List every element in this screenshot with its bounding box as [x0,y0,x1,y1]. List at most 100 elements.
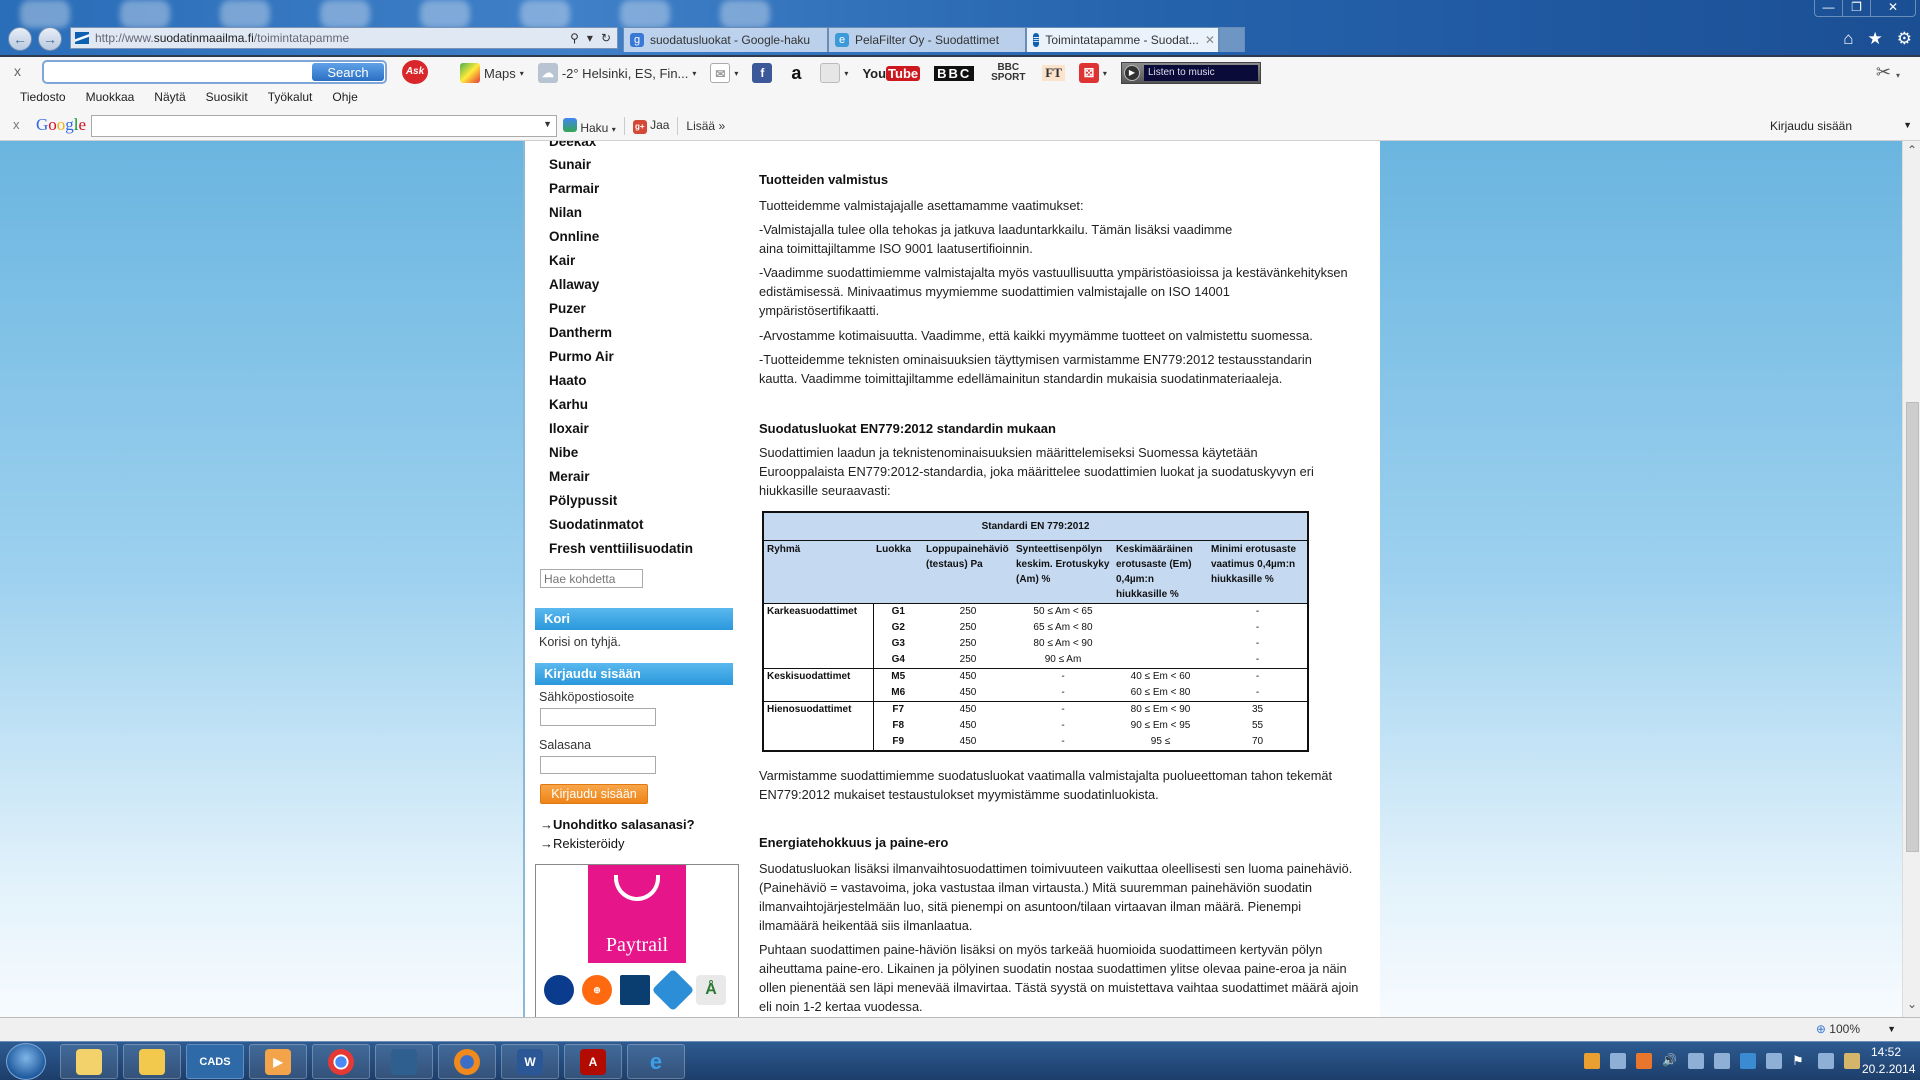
news-button[interactable]: ▾ [820,63,848,83]
sidebar-item[interactable]: Fresh venttiilisuodatin [549,541,693,556]
sidebar-item[interactable]: Onnline [549,229,599,244]
music-player[interactable]: ▶ Listen to music [1120,62,1261,84]
clock[interactable]: 14:52 20.2.2014 [1862,1044,1915,1078]
amazon-icon[interactable]: a [786,63,806,83]
zoom-level[interactable]: ⊕ 100% [1816,1022,1860,1036]
gear-icon[interactable]: ⚙ [1897,29,1912,49]
scrollbar-thumb[interactable] [1906,402,1919,852]
sidebar-item-deekax[interactable]: Deekax [549,141,596,146]
play-icon[interactable]: ▶ [1123,65,1140,81]
tab-pelafilter[interactable]: e PelaFilter Oy - Suodattimet [828,27,1026,52]
weather-button[interactable]: ☁ -2° Helsinki, ES, Fin... ▾ [537,63,696,83]
taskbar-media-player[interactable]: ▶ [249,1044,307,1079]
taskbar-acrobat[interactable]: A [564,1044,622,1079]
ask-search-input[interactable] [48,62,313,82]
toolbar-options-icon[interactable]: ✂ ▾ [1876,62,1900,83]
s-pankki-icon[interactable] [651,968,695,1012]
ask-search-button[interactable]: Search [312,63,384,81]
tab-google-search[interactable]: g suodatusluokat - Google-haku [623,27,828,52]
sidebar-item[interactable]: Kair [549,253,575,268]
taskbar-word[interactable]: W [501,1044,559,1079]
address-bar[interactable]: http://www. suodatinmaailma.fi/toimintata… [70,27,618,49]
refresh-icon[interactable]: ↻ [601,31,611,45]
dropdown-icon[interactable]: ▾ [587,31,593,45]
haku-button[interactable]: Haku ▾ [563,117,616,135]
google-login-link[interactable]: Kirjaudu sisään [1770,119,1852,133]
tray-app-icon[interactable] [1584,1053,1600,1069]
sidebar-item[interactable]: Allaway [549,277,599,292]
taskbar-outlook[interactable] [123,1044,181,1079]
mail-button[interactable]: ✉ ▾ [710,63,738,83]
forward-button[interactable]: → [38,27,62,51]
volume-icon[interactable]: 🔊 [1662,1053,1678,1069]
password-field[interactable] [540,756,656,774]
lisaa-button[interactable]: Lisää » [686,119,725,133]
taskbar-firefox[interactable] [438,1044,496,1079]
alandsbanken-icon[interactable]: Å [696,975,726,1005]
sidebar-item[interactable]: Sunair [549,157,591,172]
start-button[interactable] [6,1043,46,1080]
tab-toimintatapamme[interactable]: ≡ Toimintatapamme - Suodat... ✕ [1026,27,1219,52]
bbc-button[interactable]: BBC [934,65,975,81]
network-icon[interactable] [1766,1053,1782,1069]
tray-network-icon[interactable] [1610,1053,1626,1069]
youtube-icon[interactable]: You Tube [862,65,921,81]
tray-notes-icon[interactable] [1844,1053,1860,1069]
sidebar-item[interactable]: Merair [549,469,590,484]
ft-button[interactable]: FT [1042,65,1065,81]
sidebar-item[interactable]: Pölypussit [549,493,617,508]
taskbar-file[interactable] [375,1044,433,1079]
chevron-down-icon[interactable]: ▼ [543,119,552,129]
login-button[interactable]: Kirjaudu sisään [540,784,648,804]
ask-logo-icon[interactable]: Ask [402,60,428,84]
bbc-sport-button[interactable]: BBC SPORT [988,63,1028,83]
back-button[interactable]: ← [8,27,32,51]
sidebar-item[interactable]: Nilan [549,205,582,220]
sidebar-item[interactable]: Purmo Air [549,349,614,364]
menu-tiedosto[interactable]: Tiedosto [20,87,66,109]
tray-java-icon[interactable] [1636,1053,1652,1069]
scroll-up-icon[interactable]: ⌃ [1903,143,1920,161]
danske-bank-icon[interactable] [620,975,650,1005]
menu-suosikit[interactable]: Suosikit [206,87,248,109]
email-field[interactable] [540,708,656,726]
sidebar-item[interactable]: Suodatinmatot [549,517,644,532]
chevron-down-icon[interactable]: ▼ [1887,1024,1896,1034]
menu-nayta[interactable]: Näytä [154,87,185,109]
paytrail-logo[interactable]: Paytrail [588,865,686,963]
sidebar-item[interactable]: Parmair [549,181,599,196]
scroll-down-icon[interactable]: ⌄ [1903,997,1920,1015]
facebook-icon[interactable]: f [752,63,773,83]
sidebar-item[interactable]: Nibe [549,445,578,460]
menu-ohje[interactable]: Ohje [332,87,357,109]
google-search-input[interactable]: ▼ [91,115,557,137]
tray-key-icon[interactable] [1740,1053,1756,1069]
new-tab-button[interactable] [1219,27,1245,52]
tray-dcp-icon[interactable] [1688,1053,1704,1069]
wifi-icon[interactable] [1714,1053,1730,1069]
chevron-down-icon[interactable]: ▼ [1903,120,1912,130]
close-toolbar-icon[interactable]: x [14,63,21,79]
sidebar-item[interactable]: Dantherm [549,325,612,340]
games-button[interactable]: ⚄ ▾ [1078,63,1107,83]
minimize-button[interactable]: — [1815,0,1843,16]
tray-update-icon[interactable] [1818,1053,1834,1069]
maps-button[interactable]: Maps ▾ [460,63,524,83]
sidebar-item[interactable]: Puzer [549,301,586,316]
sidebar-item[interactable]: Karhu [549,397,588,412]
taskbar-chrome[interactable] [312,1044,370,1079]
search-icon[interactable]: ⚲ [570,31,579,45]
taskbar-ie[interactable]: e [627,1044,685,1079]
flag-icon[interactable]: ⚑ [1792,1053,1808,1069]
sidebar-item[interactable]: Iloxair [549,421,589,436]
taskbar-cads[interactable]: CADS [186,1044,244,1079]
close-window-button[interactable]: ✕ [1871,0,1915,16]
vertical-scrollbar[interactable]: ⌃ ⌄ [1902,141,1920,1017]
menu-tyokalut[interactable]: Työkalut [268,87,313,109]
close-tab-icon[interactable]: ✕ [1205,33,1215,47]
register-link[interactable]: →Rekisteröidy [540,836,625,851]
forgot-password-link[interactable]: →Unohditko salasanasi? [540,817,695,832]
star-icon[interactable]: ★ [1868,29,1883,49]
jaa-button[interactable]: g+ Jaa [632,118,669,134]
home-icon[interactable]: ⌂ [1843,29,1853,49]
